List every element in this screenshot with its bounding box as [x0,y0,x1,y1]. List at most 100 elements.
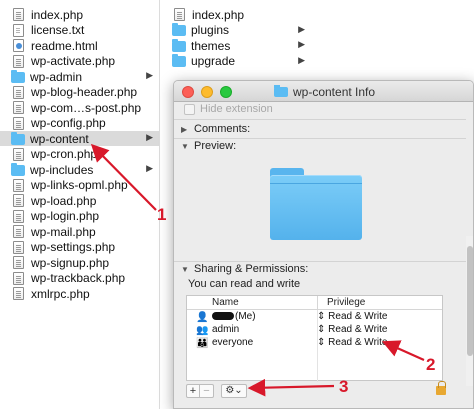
action-gear-button[interactable]: ⚙⌄ [221,384,247,398]
file-item[interactable]: index.php [161,7,311,22]
checkbox-icon[interactable] [184,103,195,115]
folder-icon [172,23,186,36]
file-item[interactable]: xmlrpc.php [0,286,159,301]
file-icon [13,23,24,37]
file-item[interactable]: wp-config.php [0,116,159,131]
disclosure-down-icon[interactable]: ▼ [181,265,189,274]
scrollbar[interactable] [466,236,473,386]
file-icon [13,256,24,269]
everyone-icon: 👪 [196,338,209,349]
file-item[interactable]: license.txt [0,23,159,38]
user-icon: 👤 [196,312,209,323]
item-name: index.php [31,7,84,22]
zoom-button[interactable] [220,86,232,98]
file-icon [174,8,185,21]
file-item[interactable]: wp-activate.php [0,54,159,69]
hide-extension-label: Hide extension [200,103,273,115]
preview-section-toggle[interactable]: ▼ Preview: [181,140,236,152]
scrollbar-thumb[interactable] [467,246,473,356]
item-name: wp-admin [30,69,83,84]
file-item[interactable]: wp-settings.php [0,240,159,255]
folder-preview-icon [270,168,362,240]
file-item[interactable]: wp-mail.php [0,224,159,239]
annotation-2: 2 [426,355,436,374]
folder-icon [172,38,186,52]
table-row[interactable]: 👪 everyone ⇕ Read & Write [187,337,442,350]
everyone-name: everyone [212,337,254,348]
folder-icon [274,85,288,97]
file-item[interactable]: wp-load.php [0,193,159,208]
file-icon [13,116,24,130]
folder-item[interactable]: plugins ▶ [161,23,311,38]
group-name: admin [212,324,240,335]
file-item[interactable]: wp-trackback.php [0,271,159,286]
file-icon [13,287,24,300]
file-item[interactable]: wp-signup.php [0,255,159,270]
file-item[interactable]: wp-com…s-post.php [0,100,159,115]
item-name: wp-mail.php [31,224,96,239]
hide-extension-checkbox[interactable]: Hide extension [184,103,273,115]
chevron-right-icon: ▶ [298,39,305,49]
remove-user-button[interactable]: − [200,384,214,398]
item-name: wp-com…s-post.php [31,100,142,115]
file-icon [13,8,24,21]
item-name: wp-activate.php [31,54,116,68]
item-name: wp-content [30,131,89,146]
chevron-right-icon: ▶ [298,54,305,65]
annotation-3: 3 [339,377,349,396]
close-button[interactable] [182,86,194,98]
disclosure-down-icon[interactable]: ▼ [181,142,189,151]
table-row[interactable]: 👥 admin ⇕ Read & Write [187,324,442,337]
chevron-right-icon: ▶ [146,70,153,80]
folder-item[interactable]: wp-admin ▶ [0,69,159,84]
comments-section-toggle[interactable]: ▶ Comments: [181,123,250,135]
redacted-name [212,312,234,321]
lock-icon[interactable] [436,381,446,395]
file-item[interactable]: wp-blog-header.php [0,85,159,100]
item-name: wp-load.php [31,193,97,208]
file-item[interactable]: wp-login.php [0,209,159,224]
item-name: wp-settings.php [31,240,116,254]
add-user-button[interactable]: + [186,384,200,398]
sharing-section-toggle[interactable]: ▼ Sharing & Permissions: [181,263,308,275]
item-name: wp-links-opml.php [31,178,128,192]
preview-label: Preview: [194,140,237,152]
item-name: wp-signup.php [31,255,110,270]
divider [174,138,466,139]
file-item[interactable]: readme.html [0,38,159,53]
file-item[interactable]: index.php [0,7,159,22]
annotation-1: 1 [157,205,167,224]
minimize-button[interactable] [201,86,213,98]
permissions-table: Name Privilege 👤 (Me) ⇕ Read & Write 👥 a… [186,295,443,382]
divider [174,119,466,120]
title-bar[interactable]: wp-content Info [174,81,473,102]
comments-label: Comments: [194,123,251,135]
folder-item[interactable]: upgrade ▶ [161,54,311,69]
file-icon [13,209,24,223]
table-row[interactable]: 👤 (Me) ⇕ Read & Write [187,311,442,324]
item-name: readme.html [31,38,98,53]
privilege-column-header[interactable]: Privilege [327,297,365,308]
file-item[interactable]: wp-links-opml.php [0,178,159,193]
folder-item[interactable]: wp-content ▶ [0,131,159,146]
folder-icon [11,69,25,83]
privilege-popup[interactable]: ⇕ Read & Write [317,311,387,322]
item-name: wp-cron.php [31,147,98,161]
window-title-text: wp-content Info [293,85,376,99]
file-icon [13,225,24,238]
privilege-popup[interactable]: ⇕ Read & Write [317,324,387,335]
folder-body [270,175,362,240]
group-icon: 👥 [196,325,209,336]
disclosure-right-icon[interactable]: ▶ [181,125,189,134]
privilege-popup[interactable]: ⇕ Read & Write [317,337,387,348]
item-name: index.php [192,7,245,22]
folder-icon [11,131,25,145]
name-column-header[interactable]: Name [212,297,239,308]
window-title: wp-content Info [274,85,375,99]
file-icon [13,147,24,161]
file-item[interactable]: wp-cron.php [0,147,159,162]
folder-item[interactable]: themes ▶ [161,38,311,53]
folder-item[interactable]: wp-includes ▶ [0,162,159,177]
file-icon [13,101,24,114]
access-status: You can read and write [188,278,301,290]
